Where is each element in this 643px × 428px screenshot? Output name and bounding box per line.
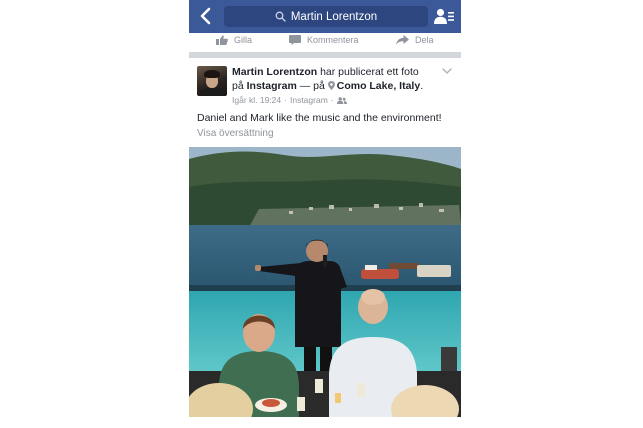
post-photo[interactable] [189, 147, 461, 417]
on-text: på [232, 79, 247, 92]
author-name[interactable]: Martin Lorentzon [232, 66, 317, 78]
post-message: Daniel and Mark like the music and the e… [197, 112, 442, 124]
see-translation-link[interactable]: Visa översättning [197, 128, 274, 139]
post-headline: Martin Lorentzon har publicerat ett foto… [232, 66, 442, 93]
location-link[interactable]: Como Lake, Italy [337, 80, 420, 92]
thumbs-up-icon [216, 35, 228, 45]
phone-screen: Martin Lorentzon Gilla Kommentera Dela M… [189, 0, 461, 428]
chevron-left-icon[interactable] [199, 7, 213, 25]
platform-link[interactable]: Instagram [247, 80, 297, 92]
like-label: Gilla [234, 35, 253, 45]
post-timestamp[interactable]: Igår kl. 19:24 [232, 95, 281, 105]
published-text: har publicerat ett foto [317, 66, 419, 78]
friend-requests-icon[interactable] [434, 8, 454, 25]
avatar[interactable] [197, 66, 227, 96]
search-icon [275, 11, 286, 22]
headline-period: . [420, 79, 424, 92]
location-pin-icon [327, 80, 335, 90]
share-icon [396, 35, 409, 45]
post-meta: Igår kl. 19:24 · Instagram · [232, 95, 347, 105]
search-input[interactable]: Martin Lorentzon [224, 6, 428, 27]
like-button[interactable]: Gilla [216, 33, 252, 47]
previous-post-actions: Gilla Kommentera Dela [189, 33, 461, 52]
search-query: Martin Lorentzon [290, 10, 378, 23]
comment-icon [289, 35, 301, 45]
friends-audience-icon [336, 96, 347, 104]
comment-button[interactable]: Kommentera [289, 33, 359, 47]
comment-label: Kommentera [307, 35, 359, 45]
chevron-down-icon[interactable] [442, 68, 452, 75]
at-text: — på [296, 79, 328, 92]
share-button[interactable]: Dela [396, 33, 434, 47]
top-navbar: Martin Lorentzon [189, 0, 461, 33]
post-source[interactable]: Instagram [290, 95, 328, 105]
feed-post: Martin Lorentzon har publicerat ett foto… [189, 58, 461, 428]
post-footer [189, 417, 461, 428]
share-label: Dela [415, 35, 434, 45]
